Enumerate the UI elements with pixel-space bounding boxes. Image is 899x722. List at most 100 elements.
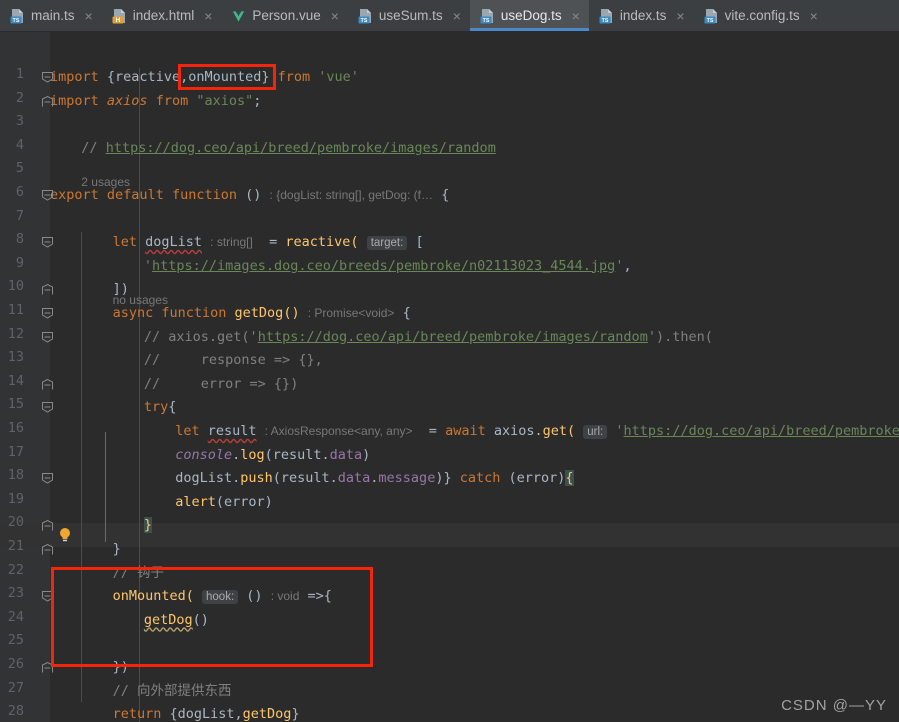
code-text: let result : AxiosResponse<any, any> = a… — [175, 423, 899, 439]
svg-text:H: H — [115, 16, 120, 23]
code-editor[interactable]: 1 2 3 4 5 6 7 8 9 10 11 12 13 14 15 16 17 18 19 20 21 22 23 24 2… — [0, 32, 899, 722]
code-line[interactable] — [0, 113, 899, 137]
code-text: let dogList : string[] = reactive( targe… — [112, 234, 424, 251]
tab-label: useDog.ts — [500, 7, 562, 23]
code-line[interactable]: let dogList : string[] = reactive( targe… — [0, 231, 899, 255]
code-line[interactable]: getDog() — [0, 609, 899, 633]
code-text: } — [143, 517, 153, 534]
code-text: alert(error) — [175, 493, 273, 510]
svg-text:TS: TS — [706, 17, 713, 23]
code-line[interactable]: // response => {}, — [0, 349, 899, 373]
code-line[interactable]: } — [0, 514, 899, 538]
tab-close-icon[interactable]: × — [331, 9, 339, 23]
code-line[interactable]: async function getDog() : Promise<void> … — [0, 302, 899, 326]
editor-tab-main-ts[interactable]: TS main.ts × — [0, 0, 102, 31]
code-line[interactable]: // 钩子 — [0, 562, 899, 586]
code-line[interactable]: import axios from "axios"; — [0, 90, 899, 114]
code-fold-bottom-icon[interactable] — [42, 520, 53, 531]
typescript-file-icon: TS — [704, 8, 719, 24]
tab-close-icon[interactable]: × — [85, 9, 93, 23]
svg-text:TS: TS — [361, 17, 368, 23]
tab-label: main.ts — [31, 7, 75, 23]
code-fold-down-icon[interactable] — [42, 473, 53, 484]
code-line[interactable]: try{ — [0, 396, 899, 420]
code-text: import {reactive,onMounted} from 'vue' — [50, 69, 359, 85]
code-text: onMounted( hook: () : void =>{ — [112, 588, 332, 605]
tab-label: index.ts — [619, 7, 667, 23]
code-line[interactable]: alert(error) — [0, 491, 899, 515]
code-fold-bottom-icon[interactable] — [42, 662, 53, 673]
editor-tab-index-ts[interactable]: TS index.ts × — [589, 0, 694, 31]
svg-text:TS: TS — [13, 17, 20, 23]
code-text: import axios from "axios"; — [50, 92, 262, 109]
code-fold-down-icon[interactable] — [42, 190, 53, 201]
code-line[interactable]: // 向外部提供东西 — [0, 680, 899, 704]
code-fold-down-icon[interactable] — [42, 237, 53, 248]
code-text: } — [112, 541, 121, 557]
code-text: try{ — [143, 399, 177, 416]
tab-label: useSum.ts — [378, 7, 443, 23]
svg-text:TS: TS — [483, 17, 490, 23]
code-fold-down-icon[interactable] — [42, 308, 53, 319]
csdn-watermark: CSDN @—ΥΥ — [781, 697, 887, 714]
code-text: // https://dog.ceo/api/breed/pembroke/im… — [81, 139, 496, 156]
code-line[interactable]: let result : AxiosResponse<any, any> = a… — [0, 420, 899, 444]
intention-bulb-icon[interactable] — [58, 527, 72, 543]
code-text: async function getDog() : Promise<void> … — [112, 305, 411, 321]
editor-tab-bar: TS main.ts × Hindex.html × Person.vue × TS useSu… — [0, 0, 899, 32]
code-line[interactable]: }) — [0, 656, 899, 680]
typescript-file-icon: TS — [480, 8, 495, 24]
code-text: return {dogList,getDog} — [112, 706, 300, 722]
code-line[interactable]: // error => {}) — [0, 373, 899, 397]
code-text: export default function () : {dogList: s… — [50, 187, 450, 203]
code-text: }) — [112, 659, 129, 675]
code-text: console.log(result.data) — [175, 446, 371, 463]
svg-text:TS: TS — [602, 17, 609, 23]
code-fold-bottom-icon[interactable] — [42, 95, 53, 107]
code-text: getDog() — [143, 611, 209, 628]
editor-tab-vite-config-ts[interactable]: TS vite.config.ts × — [694, 0, 827, 31]
html-file-icon: H — [112, 8, 127, 24]
code-line[interactable]: // https://dog.ceo/api/breed/pembroke/im… — [0, 137, 899, 161]
tab-label: index.html — [132, 7, 195, 23]
code-fold-down-icon[interactable] — [42, 72, 53, 83]
tab-close-icon[interactable]: × — [810, 9, 818, 23]
vue-file-icon — [231, 8, 246, 24]
code-text: // error => {}) — [143, 375, 299, 392]
code-text: 'https://images.dog.ceo/breeds/pembroke/… — [143, 257, 632, 274]
code-line[interactable] — [0, 632, 899, 656]
code-line[interactable]: onMounted( hook: () : void =>{ — [0, 585, 899, 609]
code-line[interactable]: export default function () : {dogList: s… — [0, 184, 899, 208]
tab-close-icon[interactable]: × — [572, 9, 580, 23]
code-line[interactable]: import {reactive,onMounted} from 'vue' — [0, 66, 899, 90]
code-line[interactable] — [0, 208, 899, 232]
editor-tab-usesum-ts[interactable]: TS useSum.ts × — [348, 0, 470, 31]
code-line[interactable]: } — [0, 538, 899, 562]
code-text: dogList.push(result.data.message)} catch… — [175, 470, 574, 487]
code-line[interactable]: console.log(result.data) — [0, 444, 899, 468]
code-text: // axios.get('https://dog.ceo/api/breed/… — [143, 328, 713, 345]
code-text: // response => {}, — [143, 352, 323, 369]
code-fold-down-icon[interactable] — [42, 331, 53, 343]
code-fold-bottom-icon[interactable] — [42, 544, 53, 555]
code-line[interactable]: dogList.push(result.data.message)} catch… — [0, 467, 899, 491]
editor-tab-usedog-ts[interactable]: TS useDog.ts × — [469, 0, 589, 31]
code-fold-down-icon[interactable] — [42, 591, 53, 602]
code-text: // 向外部提供东西 — [112, 682, 232, 699]
tab-label: vite.config.ts — [724, 7, 800, 23]
code-text: // 钩子 — [112, 564, 164, 581]
editor-tab-index-html[interactable]: Hindex.html × — [102, 0, 222, 31]
code-fold-down-icon[interactable] — [42, 402, 53, 413]
typescript-file-icon: TS — [10, 8, 25, 24]
typescript-file-icon: TS — [599, 8, 614, 24]
tab-close-icon[interactable]: × — [453, 9, 461, 23]
code-line[interactable]: return {dogList,getDog} — [0, 703, 899, 722]
editor-tab-person-vue[interactable]: Person.vue × — [221, 0, 347, 31]
code-fold-bottom-icon[interactable] — [42, 378, 53, 390]
typescript-file-icon: TS — [358, 8, 373, 24]
tab-close-icon[interactable]: × — [204, 9, 212, 23]
code-line[interactable]: 'https://images.dog.ceo/breeds/pembroke/… — [0, 255, 899, 279]
tab-close-icon[interactable]: × — [676, 9, 684, 23]
tab-label: Person.vue — [252, 7, 321, 23]
code-line[interactable]: // axios.get('https://dog.ceo/api/breed/… — [0, 326, 899, 350]
